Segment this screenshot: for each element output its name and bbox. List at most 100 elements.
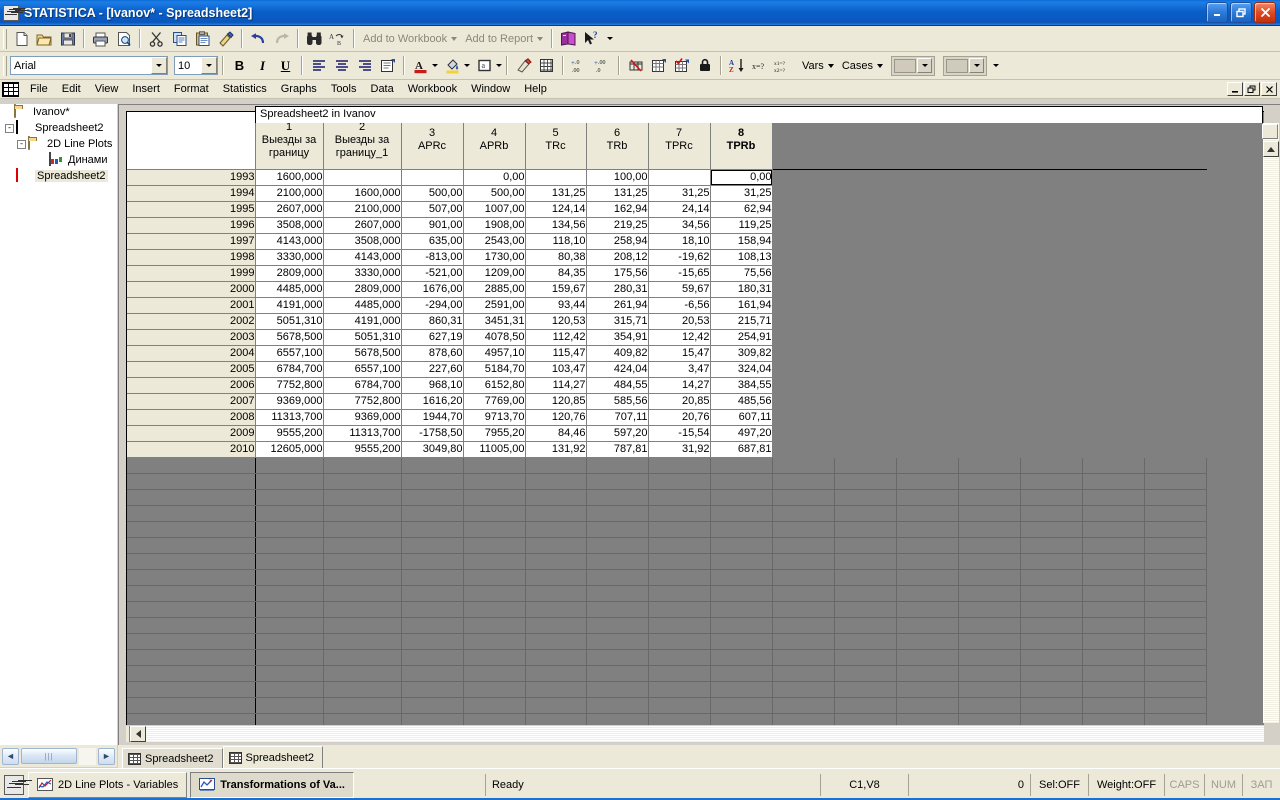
table-cell[interactable]: 131,25 — [586, 185, 648, 201]
row-header[interactable]: 1995 — [127, 201, 255, 217]
table-cell[interactable]: 324,04 — [710, 361, 772, 377]
table-cell[interactable]: 24,14 — [648, 201, 710, 217]
table-cell[interactable]: 315,71 — [586, 313, 648, 329]
empty-cell[interactable] — [958, 297, 1020, 313]
menu-item-edit[interactable]: Edit — [55, 82, 88, 96]
table-cell[interactable]: 4485,000 — [323, 297, 401, 313]
horizontal-scrollbar[interactable] — [126, 726, 1264, 742]
table-cell[interactable]: -813,00 — [401, 249, 463, 265]
table-cell[interactable]: 2591,00 — [463, 297, 525, 313]
empty-cell[interactable] — [958, 265, 1020, 281]
empty-cell[interactable] — [1144, 217, 1206, 233]
row-header[interactable]: 2008 — [127, 409, 255, 425]
empty-cell[interactable] — [958, 169, 1020, 185]
empty-cell[interactable] — [834, 297, 896, 313]
empty-cell[interactable] — [1144, 265, 1206, 281]
empty-cell[interactable] — [772, 393, 834, 409]
empty-cell[interactable] — [1020, 217, 1082, 233]
cell-properties-icon[interactable] — [376, 55, 399, 77]
table-cell[interactable]: 597,20 — [586, 425, 648, 441]
table-cell[interactable]: 158,94 — [710, 233, 772, 249]
table-cell[interactable]: 6784,700 — [255, 361, 323, 377]
table-cell[interactable]: 585,56 — [586, 393, 648, 409]
empty-cell[interactable] — [772, 169, 834, 185]
empty-cell[interactable] — [772, 329, 834, 345]
font-size-combo[interactable]: 10 — [174, 56, 218, 75]
tree-expander[interactable]: - — [5, 124, 14, 133]
empty-cell[interactable] — [1082, 201, 1144, 217]
table-cell[interactable]: 62,94 — [710, 201, 772, 217]
table-cell[interactable]: 3,47 — [648, 361, 710, 377]
empty-cell[interactable] — [1144, 249, 1206, 265]
table-cell[interactable]: 5678,500 — [323, 345, 401, 361]
empty-cell[interactable] — [1020, 313, 1082, 329]
empty-cell[interactable] — [772, 281, 834, 297]
table-cell[interactable]: 6784,700 — [323, 377, 401, 393]
table-cell[interactable]: 901,00 — [401, 217, 463, 233]
empty-cell[interactable] — [834, 281, 896, 297]
table-row[interactable]: 20079369,0007752,8001616,207769,00120,85… — [127, 393, 1206, 409]
empty-cell[interactable] — [896, 361, 958, 377]
variable-selector-combo[interactable] — [891, 56, 935, 76]
print-preview-icon[interactable] — [112, 28, 135, 50]
empty-cell[interactable] — [834, 201, 896, 217]
menu-item-format[interactable]: Format — [167, 82, 216, 96]
empty-cell[interactable] — [896, 425, 958, 441]
table-cell[interactable]: 7752,800 — [255, 377, 323, 393]
empty-cell[interactable] — [772, 249, 834, 265]
print-icon[interactable] — [89, 28, 112, 50]
replace-icon[interactable]: AB — [326, 28, 349, 50]
vars-dropdown[interactable]: Vars — [798, 60, 838, 72]
empty-cell[interactable] — [834, 425, 896, 441]
align-left-icon[interactable] — [307, 55, 330, 77]
table-cell[interactable]: 11313,700 — [323, 425, 401, 441]
empty-cell[interactable] — [958, 409, 1020, 425]
scroll-left-button[interactable] — [130, 726, 146, 742]
table-cell[interactable]: 9713,70 — [463, 409, 525, 425]
open-folder-icon[interactable] — [33, 28, 56, 50]
table-cell[interactable]: 635,00 — [401, 233, 463, 249]
table-cell[interactable]: 4143,000 — [323, 249, 401, 265]
chevron-down-icon[interactable] — [917, 58, 932, 73]
table-row[interactable]: 200811313,7009369,0001944,709713,70120,7… — [127, 409, 1206, 425]
scroll-track[interactable] — [79, 748, 96, 765]
empty-cell[interactable] — [834, 217, 896, 233]
table-cell[interactable]: 258,94 — [586, 233, 648, 249]
empty-cell[interactable] — [834, 313, 896, 329]
table-cell[interactable]: 2100,000 — [255, 185, 323, 201]
table-cell[interactable]: -521,00 — [401, 265, 463, 281]
table-cell[interactable]: 4191,000 — [255, 297, 323, 313]
undo-arrow-icon[interactable] — [247, 28, 270, 50]
table-cell[interactable]: 3330,000 — [323, 265, 401, 281]
underline-button[interactable]: U — [274, 55, 297, 77]
table-cell[interactable]: 497,20 — [710, 425, 772, 441]
toolbar-grip[interactable] — [3, 29, 7, 49]
table-cell[interactable] — [323, 169, 401, 185]
table-cell[interactable]: 115,47 — [525, 345, 586, 361]
empty-cell[interactable] — [772, 361, 834, 377]
table-cell[interactable]: 12,42 — [648, 329, 710, 345]
empty-cell[interactable] — [958, 425, 1020, 441]
row-header[interactable]: 1999 — [127, 265, 255, 281]
table-cell[interactable]: 180,31 — [710, 281, 772, 297]
empty-cell[interactable] — [834, 345, 896, 361]
table-cell[interactable]: 1600,000 — [323, 185, 401, 201]
row-header[interactable]: 2010 — [127, 441, 255, 457]
table-cell[interactable]: 5184,70 — [463, 361, 525, 377]
menu-item-insert[interactable]: Insert — [125, 82, 167, 96]
empty-cell[interactable] — [1082, 361, 1144, 377]
new-document-icon[interactable] — [10, 28, 33, 50]
table-row[interactable]: 201012605,0009555,2003049,8011005,00131,… — [127, 441, 1206, 457]
table-row[interactable]: 20067752,8006784,700968,106152,80114,274… — [127, 377, 1206, 393]
text-wrap-icon[interactable] — [512, 55, 535, 77]
table-cell[interactable]: 18,10 — [648, 233, 710, 249]
table-cell[interactable]: 1600,000 — [255, 169, 323, 185]
empty-cell[interactable] — [896, 377, 958, 393]
empty-cell[interactable] — [834, 393, 896, 409]
table-cell[interactable]: 3330,000 — [255, 249, 323, 265]
chevron-down-icon[interactable] — [828, 64, 834, 68]
empty-cell[interactable] — [1082, 297, 1144, 313]
table-cell[interactable]: 120,85 — [525, 393, 586, 409]
empty-cell[interactable] — [896, 345, 958, 361]
table-cell[interactable]: 103,47 — [525, 361, 586, 377]
